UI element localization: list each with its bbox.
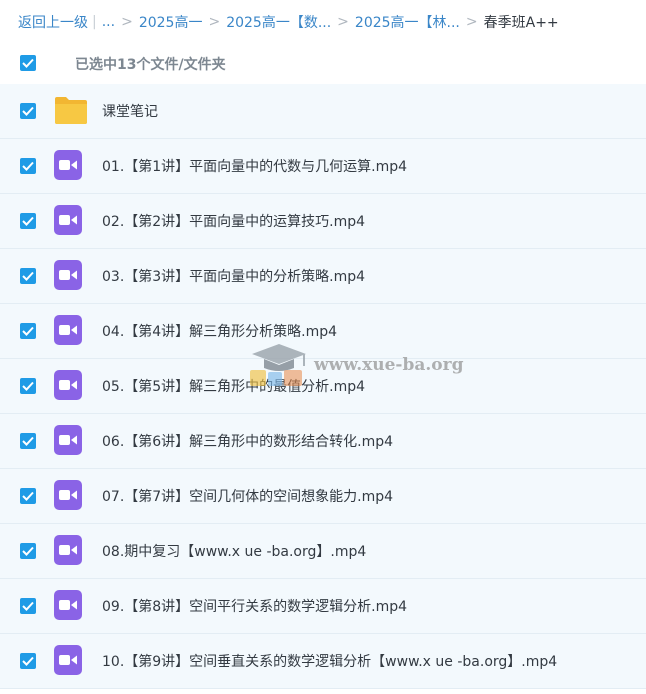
breadcrumb-ellipsis[interactable]: ... xyxy=(102,14,115,30)
file-name[interactable]: 06.【第6讲】解三角形中的数形结合转化.mp4 xyxy=(102,431,393,451)
row-checkbox[interactable] xyxy=(20,488,36,504)
file-name[interactable]: 课堂笔记 xyxy=(102,101,158,121)
row-checkbox[interactable] xyxy=(20,103,36,119)
file-name[interactable]: 07.【第7讲】空间几何体的空间想象能力.mp4 xyxy=(102,486,393,506)
video-file-icon xyxy=(54,370,82,400)
video-file-icon xyxy=(54,645,82,675)
breadcrumb-item[interactable]: 2025高一【数... xyxy=(226,12,331,32)
row-checkbox[interactable] xyxy=(20,213,36,229)
folder-icon xyxy=(54,95,88,129)
video-file-icon xyxy=(54,260,82,290)
list-item[interactable]: 01.【第1讲】平面向量中的代数与几何运算.mp4 xyxy=(0,139,646,194)
selection-summary: 已选中13个文件/文件夹 xyxy=(75,57,226,73)
chevron-right-icon: > xyxy=(208,14,221,30)
list-item[interactable]: 08.期中复习【www.x ue -ba.org】.mp4 xyxy=(0,524,646,579)
row-checkbox[interactable] xyxy=(20,653,36,669)
breadcrumb: 返回上一级 | ... > 2025高一 > 2025高一【数... > 202… xyxy=(0,0,646,44)
video-file-icon xyxy=(54,590,82,620)
check-icon xyxy=(22,546,34,556)
chevron-right-icon: > xyxy=(337,14,349,30)
check-icon xyxy=(22,601,34,611)
list-item[interactable]: 06.【第6讲】解三角形中的数形结合转化.mp4 xyxy=(0,414,646,469)
select-all-checkbox[interactable] xyxy=(20,55,36,71)
row-checkbox[interactable] xyxy=(20,268,36,284)
breadcrumb-divider: | xyxy=(92,14,97,30)
row-checkbox[interactable] xyxy=(20,378,36,394)
row-checkbox[interactable] xyxy=(20,323,36,339)
list-item[interactable]: 课堂笔记 xyxy=(0,84,646,139)
chevron-right-icon: > xyxy=(465,14,478,30)
check-icon xyxy=(22,491,34,501)
list-item[interactable]: 02.【第2讲】平面向量中的运算技巧.mp4 xyxy=(0,194,646,249)
check-icon xyxy=(22,58,34,68)
breadcrumb-item[interactable]: 2025高一 xyxy=(139,12,203,32)
check-icon xyxy=(22,161,34,171)
file-name[interactable]: 08.期中复习【www.x ue -ba.org】.mp4 xyxy=(102,541,366,561)
video-file-icon xyxy=(54,150,82,180)
row-checkbox[interactable] xyxy=(20,433,36,449)
file-name[interactable]: 05.【第5讲】解三角形中的最值分析.mp4 xyxy=(102,376,365,396)
check-icon xyxy=(22,106,34,116)
file-name[interactable]: 02.【第2讲】平面向量中的运算技巧.mp4 xyxy=(102,211,365,231)
breadcrumb-item[interactable]: 2025高一【林... xyxy=(355,12,460,32)
list-item[interactable]: 04.【第4讲】解三角形分析策略.mp4 xyxy=(0,304,646,359)
file-name[interactable]: 03.【第3讲】平面向量中的分析策略.mp4 xyxy=(102,266,365,286)
file-name[interactable]: 09.【第8讲】空间平行关系的数学逻辑分析.mp4 xyxy=(102,596,407,616)
check-icon xyxy=(22,656,34,666)
video-file-icon xyxy=(54,535,82,565)
video-file-icon xyxy=(54,480,82,510)
file-browser: 返回上一级 | ... > 2025高一 > 2025高一【数... > 202… xyxy=(0,0,646,694)
back-link[interactable]: 返回上一级 xyxy=(18,12,88,32)
row-checkbox[interactable] xyxy=(20,158,36,174)
list-item[interactable]: 05.【第5讲】解三角形中的最值分析.mp4 xyxy=(0,359,646,414)
video-file-icon xyxy=(54,425,82,455)
list-item[interactable]: 10.【第9讲】空间垂直关系的数学逻辑分析【www.x ue -ba.org】.… xyxy=(0,634,646,689)
list-item[interactable]: 07.【第7讲】空间几何体的空间想象能力.mp4 xyxy=(0,469,646,524)
list-item[interactable]: 09.【第8讲】空间平行关系的数学逻辑分析.mp4 xyxy=(0,579,646,634)
video-file-icon xyxy=(54,205,82,235)
breadcrumb-current: 春季班A++ xyxy=(483,15,559,31)
list-item[interactable]: 03.【第3讲】平面向量中的分析策略.mp4 xyxy=(0,249,646,304)
check-icon xyxy=(22,216,34,226)
selection-header: 已选中13个文件/文件夹 xyxy=(0,44,646,84)
file-name[interactable]: 04.【第4讲】解三角形分析策略.mp4 xyxy=(102,321,337,341)
row-checkbox[interactable] xyxy=(20,598,36,614)
check-icon xyxy=(22,326,34,336)
file-name[interactable]: 01.【第1讲】平面向量中的代数与几何运算.mp4 xyxy=(102,156,407,176)
chevron-right-icon: > xyxy=(121,14,133,30)
row-checkbox[interactable] xyxy=(20,543,36,559)
check-icon xyxy=(22,271,34,281)
file-list: 课堂笔记 01.【第1讲】平面向量中的代数与几何运算.mp4 02.【第2讲】平… xyxy=(0,84,646,689)
file-name[interactable]: 10.【第9讲】空间垂直关系的数学逻辑分析【www.x ue -ba.org】.… xyxy=(102,651,557,671)
check-icon xyxy=(22,436,34,446)
video-file-icon xyxy=(54,315,82,345)
check-icon xyxy=(22,381,34,391)
